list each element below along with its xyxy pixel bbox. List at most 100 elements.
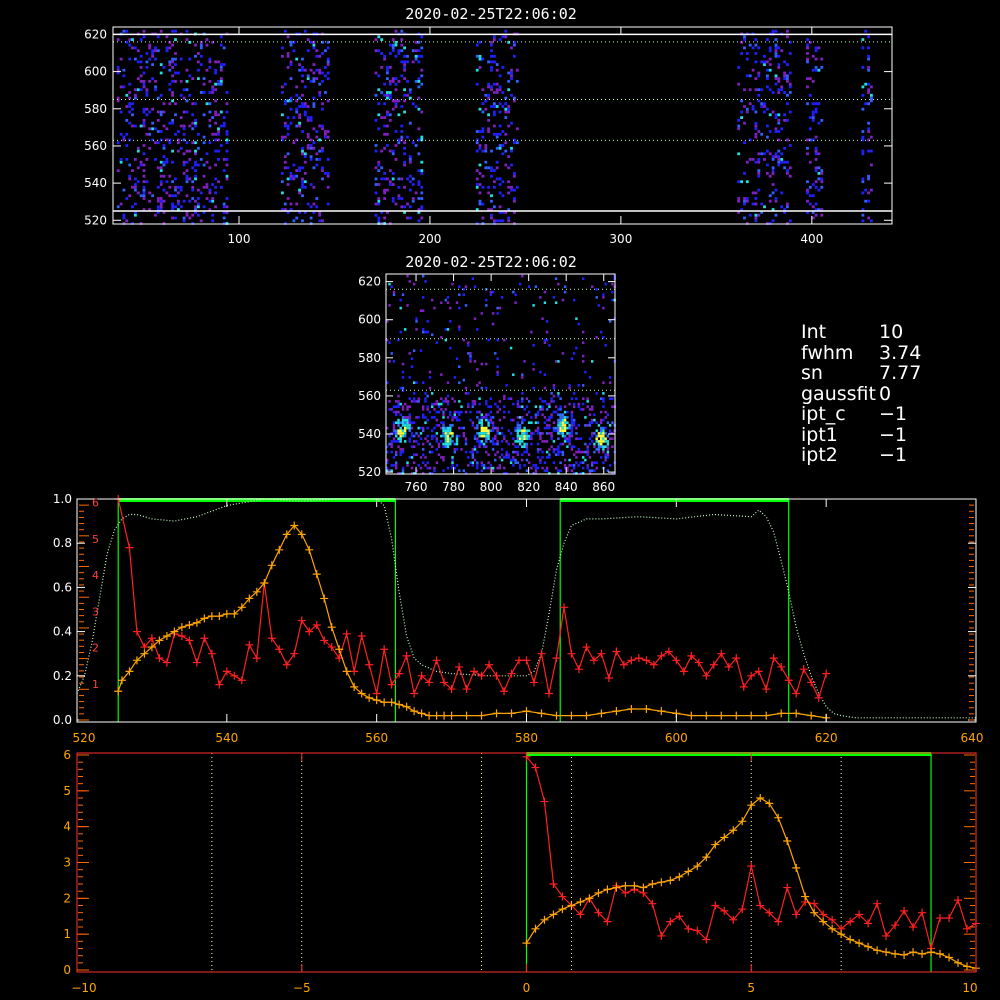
spectrogram-pixel [507,429,510,432]
spectrogram-pixel [394,54,398,58]
spectrogram-pixel [786,119,789,122]
spectrogram-pixel [552,426,556,430]
spectrogram-pixel [326,57,330,61]
spectrogram-pixel [514,458,517,462]
param-value: 0 [879,382,892,405]
spectrogram-pixel [487,338,490,342]
spectrogram-pixel [478,57,482,61]
spectrogram-pixel [154,49,157,53]
spectrogram-pixel [318,54,322,58]
spectrogram-pixel [449,346,452,350]
spectrogram-pixel [496,429,499,432]
spectrogram-pixel [757,160,761,164]
spectrogram-pixel [478,397,481,400]
spectrogram-pixel [298,169,301,172]
spectrogram-pixel [780,85,784,89]
spectrogram-pixel [281,113,284,117]
spectrogram-pixel [444,445,447,448]
spectrogram-pixel [586,464,589,467]
spectrogram-pixel [806,138,809,142]
spectrogram-pixel [321,166,324,170]
spectrogram-pixel [377,49,381,53]
spectrogram-pixel [397,424,400,427]
spectrogram-pixel [521,376,524,379]
spectrogram-pixel [404,402,407,406]
spectrogram-pixel [197,60,200,64]
spectrogram-pixel [422,442,425,446]
spectrogram-pixel [811,116,815,119]
spectrogram-pixel [774,46,778,50]
spectrogram-pixel [552,400,556,403]
spectrogram-pixel [321,52,324,55]
spectrogram-pixel [518,442,522,446]
spectrogram-pixel [162,144,166,147]
spectrogram-pixel [467,405,470,408]
spectrogram-pixel [403,205,406,209]
spectrogram-pixel [582,354,585,358]
spectrogram-pixel [383,216,386,220]
spectrogram-pixel [820,213,824,217]
spectrogram-pixel [289,172,293,175]
y-tick-label: 2 [63,891,71,905]
spectrogram-pixel [283,202,287,206]
spectrogram-pixel [395,405,398,408]
spectrogram-pixel [392,426,396,430]
spectrogram-pixel [208,166,212,170]
spectrogram-pixel [315,205,319,209]
spectrogram-pixel [191,127,195,131]
spectrogram-pixel [606,421,610,424]
spectrogram-pixel [573,445,576,448]
spectrogram-pixel [523,426,526,430]
spectrogram-pixel [563,437,567,440]
spectrogram-pixel [575,317,578,320]
spectrogram-pixel [561,418,565,422]
spectrogram-pixel [503,437,506,440]
spectrogram-pixel [217,60,220,64]
spectrogram-pixel [374,183,378,186]
spectrogram-pixel [490,169,493,172]
spectrogram-pixel [286,197,290,200]
spectrogram-pixel [435,448,438,451]
spectrogram-pixel [814,110,818,114]
spectrogram-pixel [861,149,865,153]
spectrogram-pixel [422,296,425,299]
spectrogram-pixel [817,68,821,72]
spectrogram-pixel [191,102,195,106]
param-row-gaussfit: gaussfit 0 [801,382,971,405]
spectrogram-pixel [478,434,481,438]
spectrogram-pixel [386,188,389,192]
spectrogram-pixel [550,413,553,416]
spectrogram-pixel [401,405,405,408]
spectrogram-pixel [406,464,409,467]
spectrogram-pixel [315,49,319,53]
spectrogram-pixel [521,437,524,440]
spectrogram-pixel [600,456,603,459]
spectrogram-pixel [159,166,163,170]
spectrogram-pixel [745,197,749,200]
spectrogram-pixel [493,91,496,94]
spectrogram-pixel [168,46,172,50]
spectrogram-pixel [570,397,574,400]
spectrogram-pixel [286,52,290,55]
spectrogram-pixel [417,426,420,430]
spectrogram-pixel [202,185,206,189]
spectrogram-pixel [504,116,508,119]
spectrogram-pixel [568,442,571,446]
spectrogram-pixel [516,445,519,448]
spectrogram-pixel [473,400,477,403]
spectrogram-pixel [557,424,560,427]
param-key: ipt2 [801,444,838,466]
spectrogram-pixel [318,93,322,97]
spectrogram-pixel [415,381,418,384]
spectrogram-pixel [783,119,786,122]
spectrogram-pixel [188,57,192,61]
spectrogram-pixel [303,85,307,89]
spectrogram-pixel [134,124,137,128]
spectrogram-pixel [458,325,461,328]
spectrogram-pixel [214,177,217,181]
spectrogram-pixel [602,461,605,464]
spectrogram-pixel [559,442,562,446]
spectrogram-pixel [774,130,778,133]
spectrogram-pixel [484,146,488,150]
spectrogram-pixel [861,180,865,184]
